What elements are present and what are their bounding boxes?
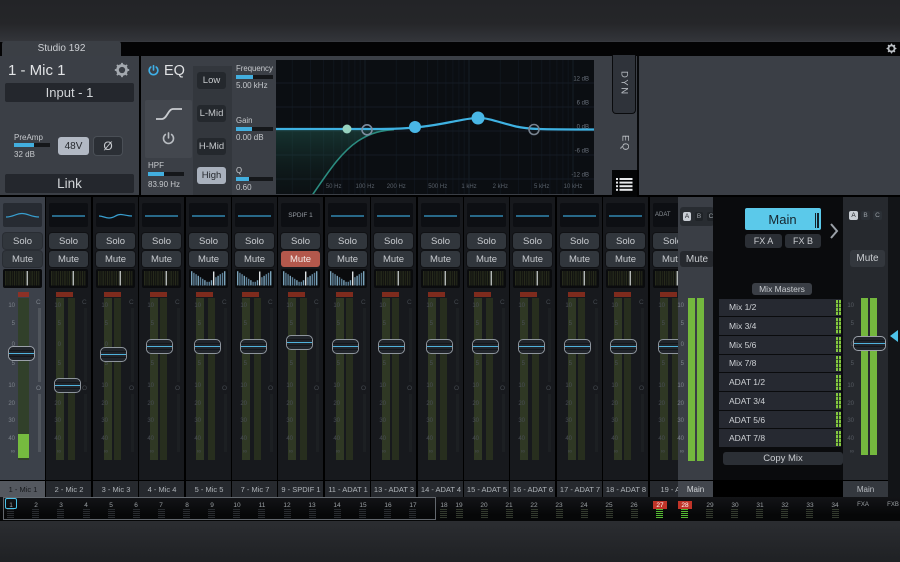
svg-text:100 Hz: 100 Hz bbox=[355, 184, 374, 190]
svg-text:12 dB: 12 dB bbox=[573, 77, 589, 83]
svg-text:-6 dB: -6 dB bbox=[575, 149, 589, 155]
svg-text:500 Hz: 500 Hz bbox=[428, 184, 447, 190]
svg-text:1 kHz: 1 kHz bbox=[461, 184, 476, 190]
svg-text:5 kHz: 5 kHz bbox=[534, 184, 549, 190]
svg-text:50 Hz: 50 Hz bbox=[326, 184, 342, 190]
svg-text:10 kHz: 10 kHz bbox=[564, 184, 583, 190]
svg-text:6 dB: 6 dB bbox=[577, 101, 589, 107]
svg-text:2 kHz: 2 kHz bbox=[493, 184, 508, 190]
svg-text:0 dB: 0 dB bbox=[577, 125, 589, 131]
svg-text:-12 dB: -12 dB bbox=[571, 173, 589, 179]
svg-text:200 Hz: 200 Hz bbox=[387, 184, 406, 190]
